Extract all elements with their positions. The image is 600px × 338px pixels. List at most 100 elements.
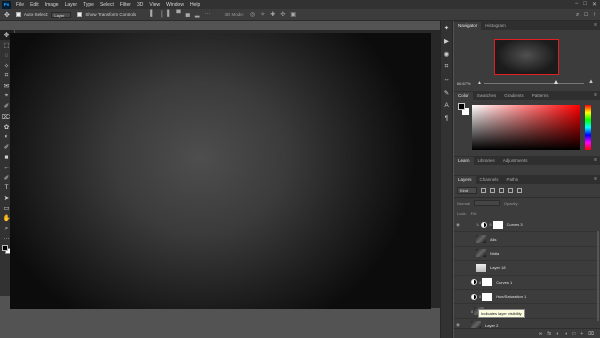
3d-scale-icon[interactable]: ▣ bbox=[290, 11, 296, 18]
tab-swatches[interactable]: Swatches bbox=[473, 92, 501, 100]
filter-smart-object-icon[interactable] bbox=[517, 188, 522, 193]
auto-select-dropdown[interactable]: Layer bbox=[51, 11, 72, 18]
distribute-icon[interactable]: ▂ bbox=[195, 11, 200, 18]
menu-view[interactable]: View bbox=[146, 2, 163, 8]
tab-navigator[interactable]: Navigator bbox=[454, 22, 482, 30]
color-picker-field[interactable] bbox=[472, 105, 580, 150]
properties-dock-icon[interactable]: ◉ bbox=[441, 47, 452, 60]
new-group-icon[interactable]: □ bbox=[572, 331, 575, 337]
menu-select[interactable]: Select bbox=[97, 2, 117, 8]
link-layers-icon[interactable]: ∞ bbox=[539, 331, 543, 337]
layer-name[interactable]: Hue/Saturation 1 bbox=[496, 294, 526, 299]
filter-pixel-icon[interactable] bbox=[481, 188, 486, 193]
character-dock-icon[interactable]: A bbox=[441, 99, 452, 112]
filter-shape-icon[interactable] bbox=[508, 188, 513, 193]
panel-menu-icon[interactable]: ≡ bbox=[594, 157, 597, 163]
tab-layers[interactable]: Layers bbox=[454, 176, 476, 184]
foreground-color-chip[interactable] bbox=[458, 103, 465, 110]
zoom-slider-handle[interactable] bbox=[554, 80, 558, 84]
3d-orbit-icon[interactable]: ◎ bbox=[250, 11, 255, 18]
3d-slide-icon[interactable]: ✣ bbox=[280, 11, 285, 18]
transform-controls-checkbox[interactable] bbox=[77, 12, 83, 17]
layer-row[interactable]: ◉ ↳ 8 Curves 3 bbox=[454, 218, 600, 233]
layer-row[interactable]: Nidia bbox=[454, 247, 600, 262]
layer-name[interactable]: Curves 3 bbox=[507, 222, 523, 227]
zoom-slider[interactable] bbox=[484, 83, 584, 84]
filter-adjustment-icon[interactable] bbox=[490, 188, 495, 193]
menu-edit[interactable]: Edit bbox=[27, 2, 42, 8]
more-options-icon[interactable]: ··· bbox=[204, 11, 210, 18]
tab-channels[interactable]: Channels bbox=[476, 176, 503, 184]
zoom-in-icon[interactable]: ▲ bbox=[588, 79, 594, 85]
align-center-icon[interactable]: ▕ bbox=[157, 11, 162, 18]
transform-dock-icon[interactable]: ↔ bbox=[441, 73, 452, 86]
auto-select-checkbox[interactable] bbox=[15, 12, 21, 17]
tab-histogram[interactable]: Histogram bbox=[481, 22, 510, 30]
actions-play-icon[interactable]: ▶ bbox=[441, 34, 452, 47]
layer-name[interactable]: Layer 18 bbox=[490, 265, 506, 270]
tab-color[interactable]: Color bbox=[454, 92, 473, 100]
paragraph-dock-icon[interactable]: ¶ bbox=[441, 112, 452, 125]
layer-row[interactable]: 8 Hue/Saturation 1 bbox=[454, 290, 600, 305]
move-tool-icon[interactable]: ✥ bbox=[4, 11, 10, 19]
layer-row[interactable]: Layer 18 bbox=[454, 261, 600, 276]
filter-type-icon[interactable] bbox=[499, 188, 504, 193]
layer-thumbnail[interactable] bbox=[476, 263, 486, 272]
menu-type[interactable]: Type bbox=[80, 2, 97, 8]
new-adjustment-icon[interactable]: ◑ bbox=[564, 331, 567, 337]
layer-name[interactable]: Alis bbox=[490, 237, 496, 242]
layer-name[interactable]: Curves 1 bbox=[496, 280, 512, 285]
layer-name[interactable]: Nidia bbox=[490, 251, 499, 256]
zoom-out-icon[interactable]: ▲ bbox=[477, 80, 482, 86]
panel-menu-icon[interactable]: ≡ bbox=[594, 92, 597, 98]
menu-window[interactable]: Window bbox=[163, 2, 187, 8]
align-left-icon[interactable]: ▐ bbox=[148, 11, 152, 18]
layer-row[interactable]: 8 Layer 4 bbox=[454, 304, 600, 319]
menu-help[interactable]: Help bbox=[187, 2, 203, 8]
layer-row[interactable]: Alis bbox=[454, 232, 600, 247]
close-icon[interactable]: ✕ bbox=[592, 1, 597, 8]
menu-file[interactable]: File bbox=[13, 2, 27, 8]
layer-style-icon[interactable]: fx bbox=[547, 331, 551, 337]
tab-learn[interactable]: Learn bbox=[454, 157, 474, 165]
layer-mask-thumbnail[interactable] bbox=[492, 220, 503, 229]
brush-settings-dock-icon[interactable]: ✎ bbox=[441, 86, 452, 99]
share-icon[interactable]: ↑ bbox=[593, 12, 596, 19]
align-right-icon[interactable]: ▌ bbox=[167, 11, 171, 18]
layer-row[interactable]: 8 Curves 1 bbox=[454, 276, 600, 290]
align-top-icon[interactable]: ▀ bbox=[176, 11, 180, 18]
delete-layer-icon[interactable]: ⌧ bbox=[588, 331, 594, 337]
foreground-color-swatch[interactable] bbox=[2, 244, 8, 251]
layer-mask-thumbnail[interactable] bbox=[482, 292, 493, 301]
panel-menu-icon[interactable]: ≡ bbox=[594, 176, 597, 182]
adjustments-dock-icon[interactable]: ✦ bbox=[441, 21, 452, 34]
3d-pan-icon[interactable]: ✚ bbox=[270, 11, 275, 18]
tab-paths[interactable]: Paths bbox=[503, 176, 523, 184]
panel-menu-icon[interactable]: ≡ bbox=[594, 22, 597, 28]
menu-3d[interactable]: 3D bbox=[134, 2, 146, 8]
navigator-zoom-value[interactable]: 66.67% bbox=[457, 81, 471, 86]
layers-scrollbar[interactable] bbox=[597, 231, 599, 321]
menu-layer[interactable]: Layer bbox=[62, 2, 81, 8]
blend-mode-dropdown[interactable]: Normal bbox=[457, 201, 470, 206]
layer-mask-thumbnail[interactable] bbox=[482, 278, 493, 287]
tab-patterns[interactable]: Patterns bbox=[528, 92, 553, 100]
visibility-eye-icon[interactable]: ◉ bbox=[454, 222, 462, 228]
search-icon[interactable]: ⌕ bbox=[576, 12, 579, 19]
menu-filter[interactable]: Filter bbox=[117, 2, 134, 8]
layer-thumbnail[interactable] bbox=[476, 235, 486, 244]
document-canvas[interactable] bbox=[10, 33, 431, 309]
add-mask-icon[interactable]: ◐ bbox=[556, 331, 559, 337]
tab-adjustments[interactable]: Adjustments bbox=[499, 157, 532, 165]
hue-slider[interactable] bbox=[585, 105, 591, 150]
new-layer-icon[interactable]: + bbox=[580, 331, 583, 337]
align-bottom-icon[interactable]: ▄ bbox=[186, 11, 190, 18]
minimize-icon[interactable]: − bbox=[575, 1, 579, 8]
brushes-dock-icon[interactable]: ⌗ bbox=[441, 60, 452, 73]
tab-gradients[interactable]: Gradients bbox=[500, 92, 528, 100]
maximize-icon[interactable]: □ bbox=[583, 1, 587, 8]
filter-kind-dropdown[interactable]: Kind bbox=[457, 187, 477, 194]
blend-mode-select[interactable] bbox=[473, 200, 500, 206]
layer-thumbnail[interactable] bbox=[476, 249, 486, 258]
3d-roll-icon[interactable]: ✧ bbox=[260, 11, 265, 18]
